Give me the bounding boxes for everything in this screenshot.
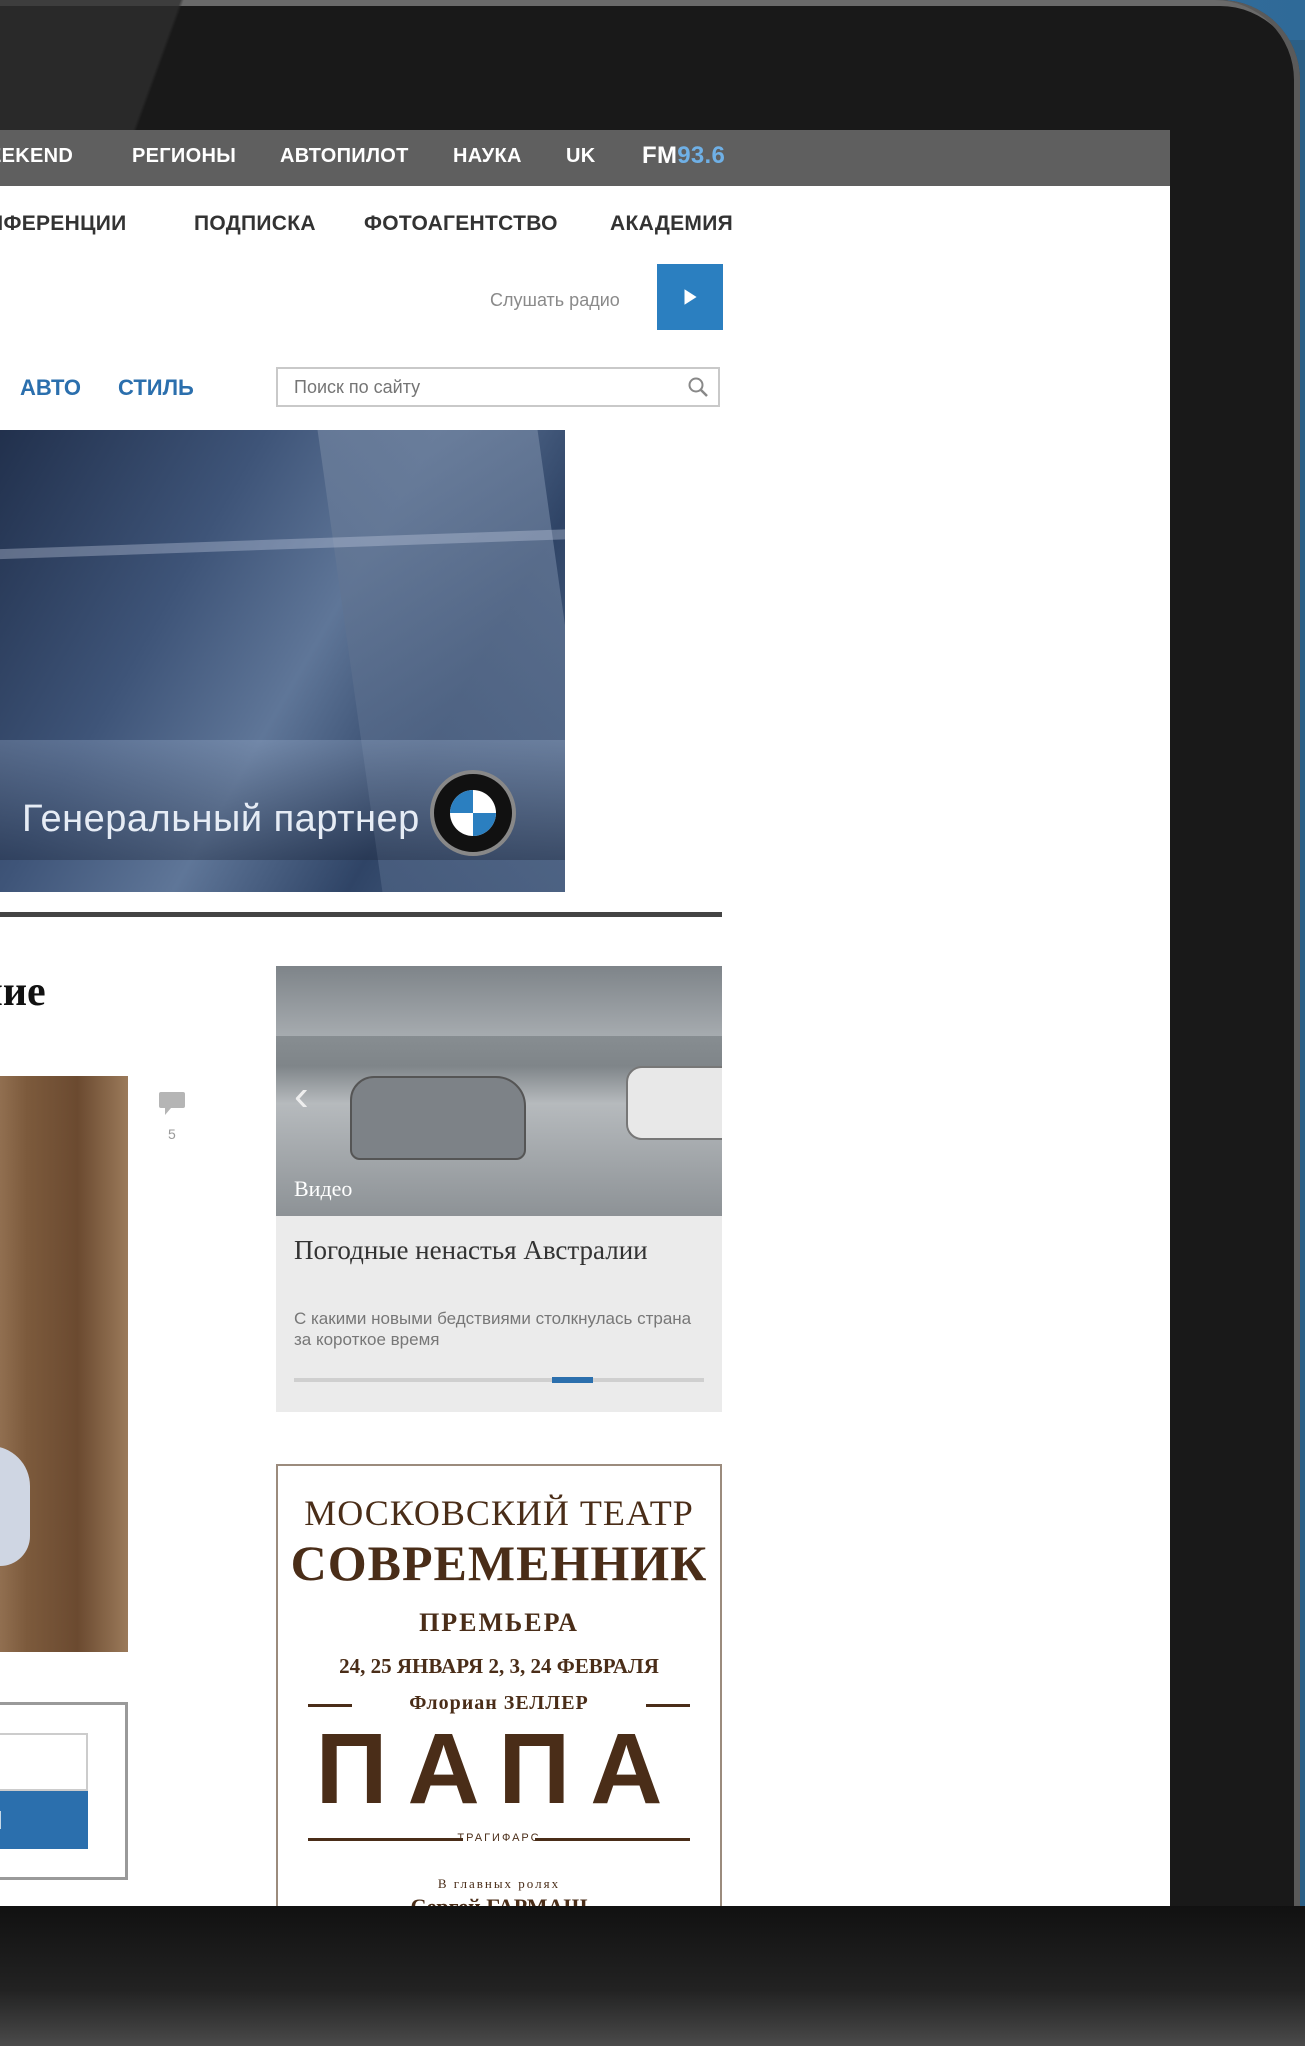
search-icon[interactable] xyxy=(686,375,710,399)
carousel-prev-icon[interactable]: ‹ xyxy=(294,1071,309,1121)
ad-theatre-name: МОСКОВСКИЙ ТЕАТР xyxy=(304,1493,694,1533)
carousel-progress[interactable] xyxy=(294,1377,704,1383)
nav-item-regions[interactable]: РЕГИОНЫ xyxy=(132,145,236,168)
radio-play-button[interactable] xyxy=(657,264,723,330)
ad-dates: 24, 25 ЯНВАРЯ 2, 3, 24 ФЕВРАЛЯ xyxy=(339,1654,659,1678)
theatre-ad[interactable]: МОСКОВСКИЙ ТЕАТР СОВРЕМЕННИК ПРЕМЬЕРА 24… xyxy=(276,1464,722,1906)
lid-reflection xyxy=(0,0,280,130)
fm-frequency: 93.6 xyxy=(677,142,726,169)
site-search xyxy=(276,367,720,407)
laptop-frame: EEKEND РЕГИОНЫ АВТОПИЛОТ НАУКА UK FM93.6… xyxy=(0,0,1300,2046)
nav-item-photo-agency[interactable]: ФОТОАГЕНТСТВО xyxy=(364,212,558,236)
thumbnail-car xyxy=(350,1076,526,1160)
nav-item-subscription[interactable]: ПОДПИСКА xyxy=(194,212,316,236)
ad-role-caption: В главных ролях xyxy=(437,1876,561,1891)
nav-item-uk[interactable]: UK xyxy=(566,145,596,168)
laptop-bottom-bezel xyxy=(0,1906,1305,2046)
subscribe-button[interactable]: СЯ xyxy=(0,1791,88,1849)
bmw-logo xyxy=(430,770,516,856)
video-description: С какими новыми бедствиями столкнулась с… xyxy=(294,1309,692,1349)
banner-partner-text: Генеральный партнер xyxy=(22,798,420,840)
search-input[interactable] xyxy=(292,369,666,405)
video-label: Видео xyxy=(294,1176,353,1201)
play-icon xyxy=(684,289,697,305)
nav-item-science[interactable]: НАУКА xyxy=(453,145,522,168)
subscribe-email-field[interactable] xyxy=(0,1733,88,1791)
section-divider xyxy=(0,912,722,917)
video-thumbnail[interactable]: ‹ Видео xyxy=(276,966,722,1216)
nav-item-academy[interactable]: АКАДЕМИЯ xyxy=(610,212,733,236)
thumbnail-suv xyxy=(626,1066,722,1140)
subscribe-widget: СЯ xyxy=(0,1702,128,1880)
article-title[interactable]: ение xyxy=(0,968,46,1016)
top-navigation: EEKEND РЕГИОНЫ АВТОПИЛОТ НАУКА UK FM93.6 xyxy=(0,130,1170,186)
video-card[interactable]: ‹ Видео Погодные ненастья Австралии С ка… xyxy=(276,966,722,1412)
photo-person xyxy=(0,1446,30,1566)
ad-actor: Сергей ГАРМАШ xyxy=(278,1894,720,1906)
ad-premiere-label: ПРЕМЬЕРА xyxy=(419,1608,579,1637)
video-title[interactable]: Погодные ненастья Австралии xyxy=(294,1234,704,1267)
category-auto[interactable]: АВТО xyxy=(20,375,81,401)
carousel-progress-fill xyxy=(552,1377,594,1383)
ad-play-title: ПАПА xyxy=(315,1713,683,1825)
ad-theatre-title: СОВРЕМЕННИК xyxy=(290,1535,708,1591)
listen-radio-label[interactable]: Слушать радио xyxy=(490,290,620,311)
comment-count: 5 xyxy=(168,1126,176,1142)
browser-viewport: EEKEND РЕГИОНЫ АВТОПИЛОТ НАУКА UK FM93.6… xyxy=(0,130,1170,1906)
partner-banner[interactable]: Генеральный партнер xyxy=(0,430,565,892)
category-style[interactable]: СТИЛЬ xyxy=(118,375,194,401)
article-photo[interactable] xyxy=(0,1076,128,1652)
ad-genre: ТРАГИФАРС xyxy=(308,1832,690,1844)
nav-item-autopilot[interactable]: АВТОПИЛОТ xyxy=(280,145,409,168)
fm-prefix: FM xyxy=(642,142,678,169)
comment-icon[interactable] xyxy=(157,1090,187,1116)
nav-item-weekend[interactable]: EEKEND xyxy=(0,145,73,168)
nav-item-conferences[interactable]: НФЕРЕНЦИИ xyxy=(0,212,127,236)
fm-radio-link[interactable]: FM93.6 xyxy=(642,142,725,170)
